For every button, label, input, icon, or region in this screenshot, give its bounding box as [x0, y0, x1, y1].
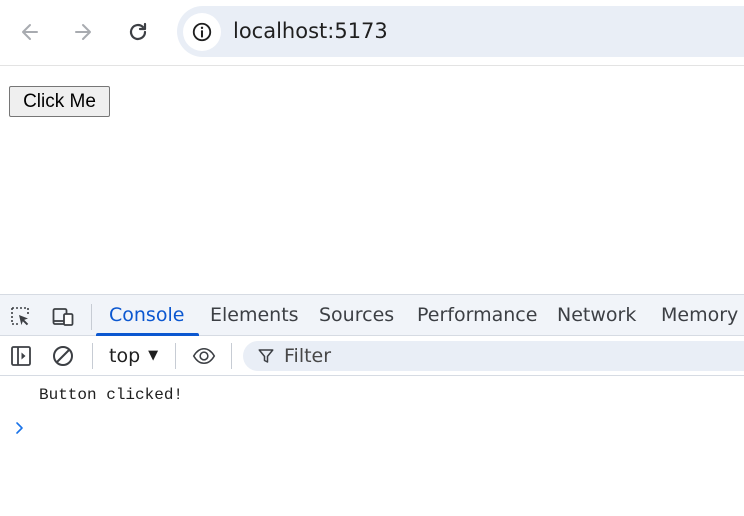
console-filter-input[interactable]: Filter — [243, 341, 744, 371]
url-text[interactable]: localhost:5173 — [233, 19, 388, 43]
device-toolbar-button[interactable] — [50, 304, 76, 330]
toolbar-divider — [91, 304, 92, 330]
toolbar-divider — [175, 343, 176, 369]
tab-performance[interactable]: Performance — [417, 295, 537, 336]
arrow-right-icon — [75, 24, 91, 40]
live-expression-button[interactable] — [190, 343, 218, 369]
filter-icon — [258, 349, 274, 363]
chevron-down-icon: ▼ — [148, 348, 159, 363]
console-message: Button clicked! — [39, 386, 184, 404]
eye-icon — [192, 347, 216, 365]
devtools-tabbar: Console Elements Sources Performance Net… — [0, 294, 744, 336]
address-bar[interactable]: localhost:5173 — [177, 6, 744, 57]
inspect-element-button[interactable] — [8, 304, 34, 330]
info-icon — [192, 22, 212, 42]
clear-block-icon — [53, 346, 73, 366]
inspect-cursor-icon — [11, 307, 29, 326]
show-console-sidebar-button[interactable] — [8, 343, 34, 369]
devtools-panel: Console Elements Sources Performance Net… — [0, 294, 744, 516]
tab-elements[interactable]: Elements — [210, 295, 299, 336]
execution-context-select[interactable]: top ▼ — [109, 341, 158, 371]
context-label: top — [109, 345, 141, 367]
tab-sources[interactable]: Sources — [319, 295, 394, 336]
toolbar-divider — [231, 343, 232, 369]
arrow-left-icon — [22, 24, 38, 40]
tab-network[interactable]: Network — [557, 295, 636, 336]
console-log-area[interactable]: Button clicked! — [0, 376, 744, 516]
device-mode-icon — [52, 308, 74, 326]
site-info-button[interactable] — [183, 13, 221, 51]
toolbar-divider — [92, 343, 93, 369]
click-me-button[interactable]: Click Me — [9, 86, 110, 117]
reload-button[interactable] — [119, 13, 157, 51]
forward-button[interactable] — [64, 13, 102, 51]
tab-console[interactable]: Console — [95, 295, 200, 336]
filter-placeholder: Filter — [284, 345, 332, 367]
browser-toolbar: localhost:5173 — [0, 0, 744, 66]
console-prompt-chevron-icon — [16, 422, 23, 434]
back-button[interactable] — [11, 13, 49, 51]
console-toolbar: top ▼ Filter — [0, 336, 744, 376]
clear-console-button[interactable] — [50, 343, 76, 369]
tab-memory[interactable]: Memory — [661, 295, 738, 336]
sidebar-toggle-icon — [11, 346, 31, 366]
reload-icon — [129, 22, 147, 41]
page-viewport: Click Me — [0, 67, 744, 294]
